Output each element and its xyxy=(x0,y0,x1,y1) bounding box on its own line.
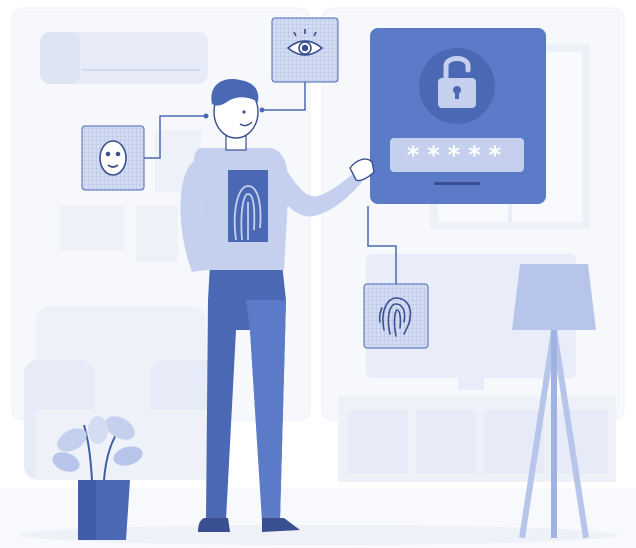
lock-screen-panel: ***** xyxy=(370,28,546,204)
biometric-security-illustration: ***** xyxy=(0,0,636,548)
eye-tile xyxy=(271,17,339,83)
left-shoe xyxy=(198,518,230,532)
face-id-icon xyxy=(99,140,127,176)
air-conditioner xyxy=(40,32,208,84)
password-mask-text: ***** xyxy=(406,141,508,169)
fingerprint-tile xyxy=(363,283,429,349)
face-id-tile xyxy=(81,125,145,191)
illustration-canvas: ***** xyxy=(0,7,636,548)
panel-underline xyxy=(434,182,480,185)
